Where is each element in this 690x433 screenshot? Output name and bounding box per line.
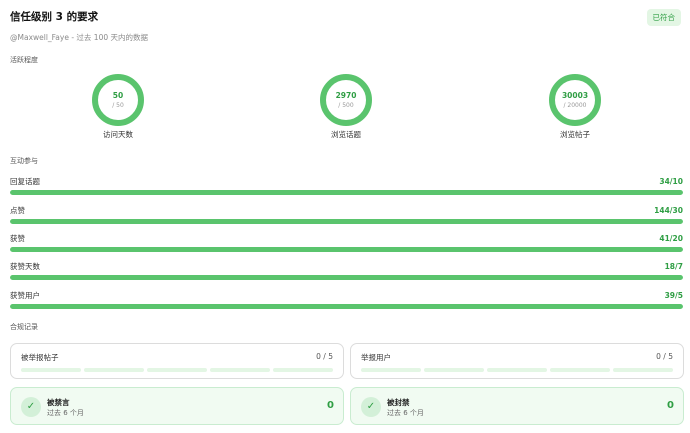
ring-topics-viewed: 2970 / 500 浏览话题 (301, 74, 391, 140)
segment (21, 368, 81, 372)
ring-label: 浏览话题 (331, 130, 361, 139)
section-label-compliance: 合规记录 (10, 323, 38, 331)
card-suspended: ✓ 被封禁 过去 6 个月 0 (350, 387, 684, 425)
section-label-interaction: 互动参与 (10, 157, 38, 165)
segment (210, 368, 270, 372)
segment (550, 368, 610, 372)
card-silenced: ✓ 被禁言 过去 6 个月 0 (10, 387, 344, 425)
bar-value: 18/7 (664, 262, 683, 271)
ring-posts-viewed: 30003 / 20000 浏览帖子 (530, 74, 620, 140)
bar-liked-users: 获赞用户 39/5 (10, 291, 683, 313)
bar-value: 144/30 (654, 206, 683, 215)
ring-value: 2970 (335, 91, 357, 100)
segment (487, 368, 547, 372)
segment (147, 368, 207, 372)
progress-ring: 2970 / 500 (320, 74, 372, 126)
bar-track (10, 304, 683, 309)
card-count: 0 / 5 (656, 352, 673, 361)
activity-rings: 50 / 50 访问天数 2970 / 500 浏览话题 30003 / 200… (0, 74, 690, 144)
ring-target: / 20000 (563, 102, 587, 109)
card-count: 0 (327, 400, 334, 411)
bar-fill (10, 304, 683, 309)
bar-fill (10, 190, 683, 195)
card-title: 被封禁 (387, 398, 410, 407)
bar-track (10, 275, 683, 280)
bar-label: 获赞用户 (10, 291, 40, 300)
segment-bar (361, 368, 673, 372)
segment (273, 368, 333, 372)
segment (361, 368, 421, 372)
card-title: 被禁言 (47, 398, 70, 407)
card-subtitle: 过去 6 个月 (47, 409, 84, 417)
ring-target: / 50 (112, 102, 124, 109)
bar-track (10, 190, 683, 195)
bar-value: 41/20 (659, 234, 683, 243)
bar-fill (10, 219, 683, 224)
check-icon: ✓ (21, 397, 41, 417)
segment (613, 368, 673, 372)
bar-label: 获赞 (10, 234, 25, 243)
bar-fill (10, 247, 683, 252)
segment (84, 368, 144, 372)
bar-likes-received: 获赞 41/20 (10, 234, 683, 256)
bar-replies: 回复话题 34/10 (10, 177, 683, 199)
ring-value: 50 (112, 91, 124, 100)
bar-likes-given: 点赞 144/30 (10, 206, 683, 228)
section-label-activity: 活跃程度 (10, 56, 38, 64)
page-title: 信任级别 3 的要求 (10, 11, 99, 23)
bar-value: 34/10 (659, 177, 683, 186)
progress-ring: 30003 / 20000 (549, 74, 601, 126)
ring-target: / 500 (338, 102, 354, 109)
ring-label: 访问天数 (103, 130, 133, 139)
card-title: 举报用户 (361, 353, 391, 362)
card-reported-users: 举报用户 0 / 5 (350, 343, 684, 379)
bar-label: 点赞 (10, 206, 25, 215)
page-header: 信任级别 3 的要求 已符合 (10, 9, 681, 29)
card-count: 0 (667, 400, 674, 411)
bar-fill (10, 275, 683, 280)
bar-value: 39/5 (664, 291, 683, 300)
card-reported-posts: 被举报帖子 0 / 5 (10, 343, 344, 379)
bar-track (10, 219, 683, 224)
card-count: 0 / 5 (316, 352, 333, 361)
ring-visit-days: 50 / 50 访问天数 (73, 74, 163, 140)
ring-value: 30003 (561, 91, 589, 100)
card-title: 被举报帖子 (21, 353, 59, 362)
ring-label: 浏览帖子 (560, 130, 590, 139)
bar-liked-days: 获赞天数 18/7 (10, 262, 683, 284)
status-badge: 已符合 (646, 9, 681, 26)
bar-track (10, 247, 683, 252)
bar-label: 获赞天数 (10, 262, 40, 271)
segment (424, 368, 484, 372)
check-icon: ✓ (361, 397, 381, 417)
card-subtitle: 过去 6 个月 (387, 409, 424, 417)
segment-bar (21, 368, 333, 372)
bar-label: 回复话题 (10, 177, 40, 186)
progress-ring: 50 / 50 (92, 74, 144, 126)
page-subtitle: @Maxwell_Faye - 过去 100 天内的数据 (10, 33, 149, 42)
